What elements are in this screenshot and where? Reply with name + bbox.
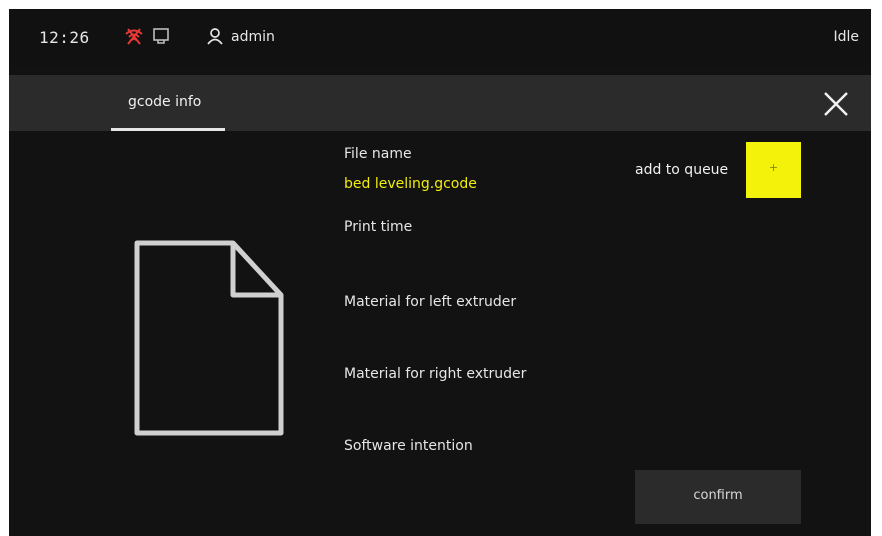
confirm-label: confirm <box>693 488 743 503</box>
wifi-disconnected-icon[interactable] <box>124 27 144 45</box>
plus-icon: + <box>768 161 779 174</box>
material-right-label: Material for right extruder <box>344 366 527 382</box>
print-time-label: Print time <box>344 219 413 235</box>
add-to-queue-label: add to queue <box>635 162 729 178</box>
close-button[interactable] <box>821 89 851 119</box>
machine-status: Idle <box>833 29 859 45</box>
add-to-queue-button[interactable]: + <box>746 142 801 198</box>
tab-label: gcode info <box>128 94 202 110</box>
status-bar: 12:26 admin Idle <box>9 9 871 66</box>
user-icon[interactable] <box>206 27 224 45</box>
software-intention-label: Software intention <box>344 438 473 454</box>
tab-bar: gcode info <box>9 75 871 131</box>
username[interactable]: admin <box>231 29 275 45</box>
tab-gcode-info[interactable]: gcode info <box>111 75 225 131</box>
printer-screen: 12:26 admin Idle gcode info File name be… <box>9 9 871 536</box>
close-icon <box>824 92 848 116</box>
file-name-value: bed leveling.gcode <box>344 176 477 192</box>
file-name-label: File name <box>344 146 412 162</box>
material-left-label: Material for left extruder <box>344 294 517 310</box>
active-tab-indicator <box>111 128 225 131</box>
confirm-button[interactable]: confirm <box>635 470 801 524</box>
file-icon <box>129 235 289 441</box>
clock: 12:26 <box>39 28 90 47</box>
ethernet-icon[interactable] <box>152 27 170 45</box>
